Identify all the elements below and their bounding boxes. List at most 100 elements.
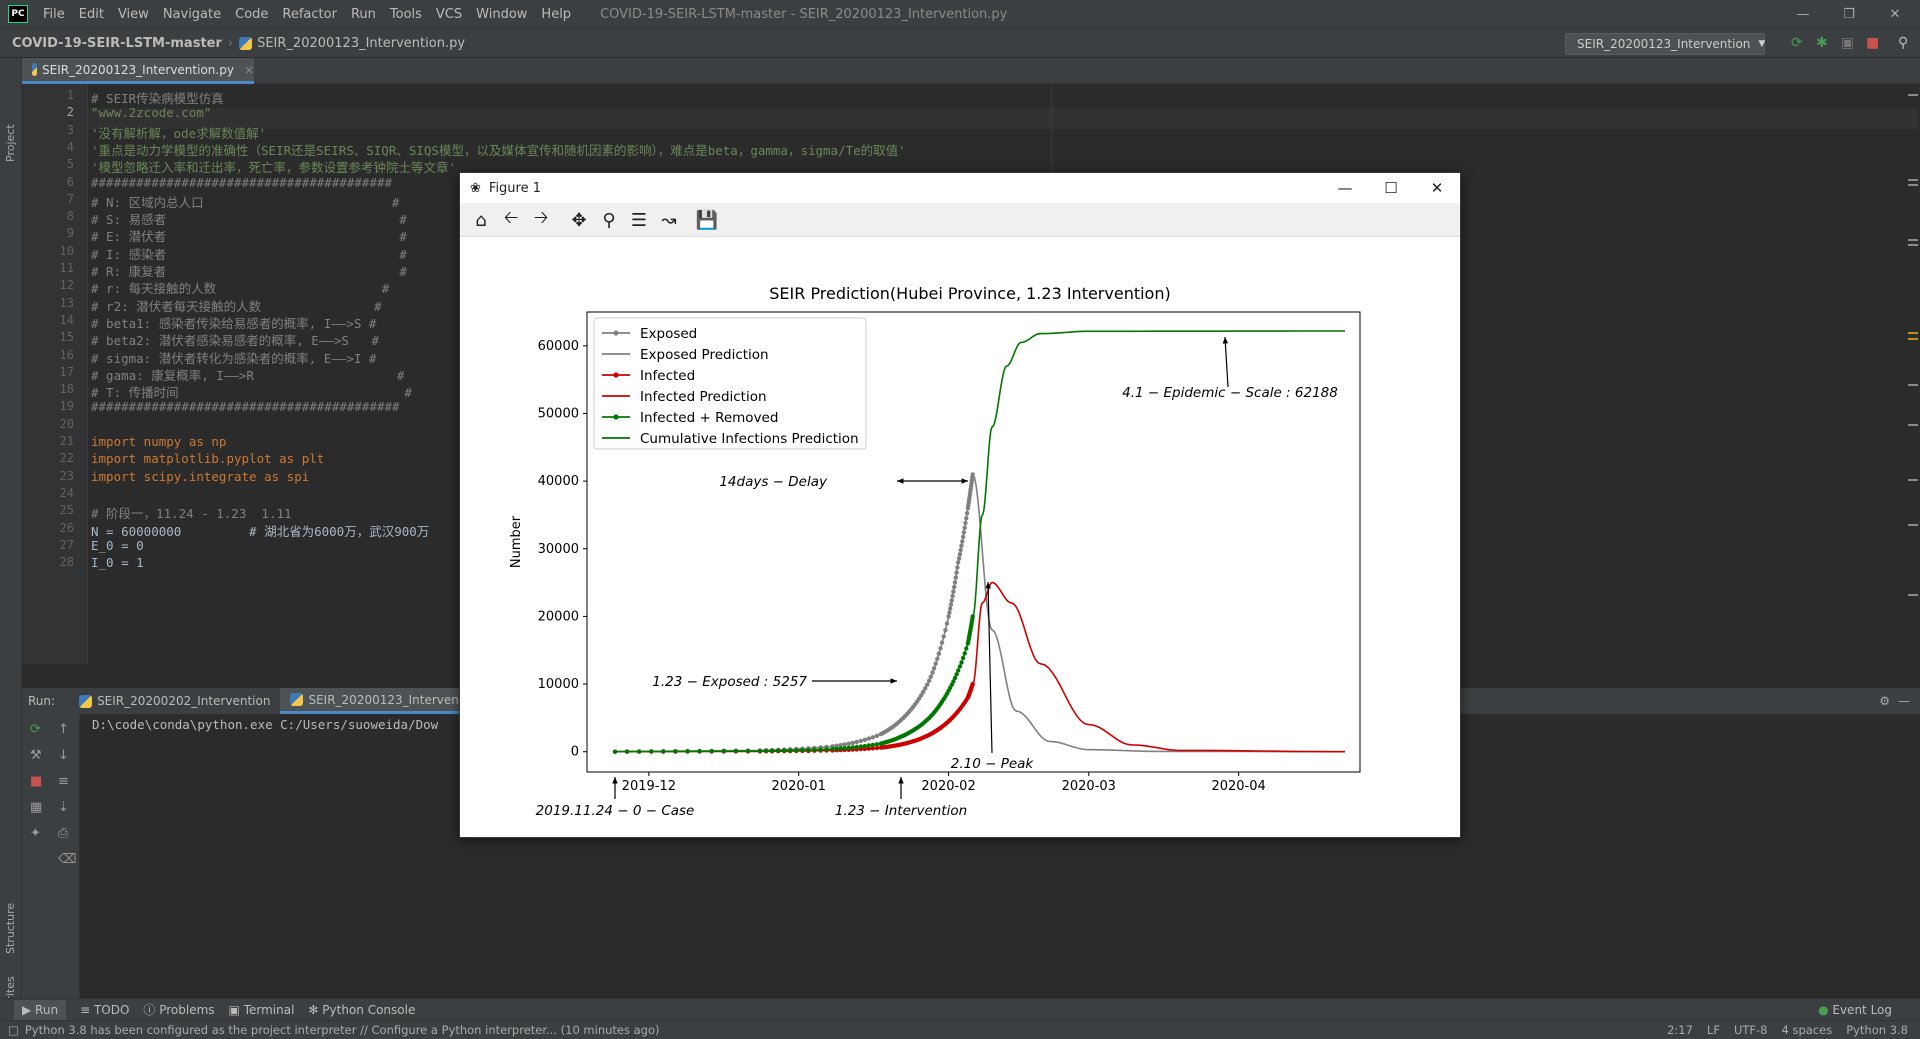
stripe-mark[interactable] (1908, 184, 1918, 186)
stop-icon[interactable]: ■ (30, 774, 42, 789)
menu-run[interactable]: Run (344, 7, 383, 22)
stop-icon[interactable]: ■ (1866, 35, 1879, 51)
close-tab-icon[interactable]: × (244, 63, 254, 77)
error-stripe[interactable] (1908, 84, 1920, 664)
configure-subplots-icon[interactable]: ☰ (626, 209, 652, 231)
project-tool-tab[interactable]: Project (4, 124, 17, 162)
close-icon[interactable]: ✕ (1414, 173, 1460, 203)
menu-refactor[interactable]: Refactor (275, 7, 344, 22)
code-line[interactable]: import matplotlib.pyplot as plt (91, 451, 324, 466)
code-line[interactable]: '模型忽略迁入率和迁出率，死亡率，参数设置参考钟院士等文章' (91, 157, 456, 176)
code-line[interactable]: N = 60000000 # 湖北省为6000万，武汉900万 (91, 521, 429, 540)
minimize-icon[interactable]: — (1780, 0, 1826, 28)
pin-icon[interactable]: ✦ (30, 826, 41, 841)
search-icon[interactable]: ⚲ (1898, 35, 1908, 51)
stripe-mark[interactable] (1908, 424, 1918, 426)
trash-icon[interactable]: ⌫ (58, 852, 76, 867)
soft-wrap-icon[interactable]: ≡ (58, 774, 69, 789)
pan-icon[interactable]: ✥ (566, 209, 592, 231)
code-line[interactable]: import numpy as np (91, 434, 226, 449)
structure-tool-tab[interactable]: Structure (4, 903, 17, 954)
code-line[interactable]: # r: 每天接触的人数 # (91, 278, 389, 297)
save-icon[interactable]: 💾 (694, 209, 720, 231)
menu-tools[interactable]: Tools (383, 7, 429, 22)
code-line[interactable]: # 阶段一，11.24 - 1.23 1.11 (91, 503, 292, 522)
code-line[interactable]: # T: 传播时间 # (91, 382, 412, 401)
run-tool-tab[interactable]: ▶ Run (14, 999, 67, 1020)
stripe-mark[interactable] (1908, 94, 1918, 96)
code-line[interactable]: # beta2: 潜伏者感染易感者的概率, E——>S # (91, 330, 379, 349)
python-console-tool-tab[interactable]: ✻ Python Console (308, 1003, 415, 1017)
code-line[interactable]: ######################################## (91, 175, 392, 190)
stripe-mark[interactable] (1908, 479, 1918, 481)
arrow-down-icon[interactable]: ↓ (58, 748, 69, 763)
terminal-tool-tab[interactable]: ▣ Terminal (229, 1003, 295, 1017)
code-line[interactable]: import scipy.integrate as spi (91, 469, 309, 484)
breadcrumb-project[interactable]: COVID-19-SEIR-LSTM-master (12, 36, 222, 51)
menu-help[interactable]: Help (534, 7, 578, 22)
maximize-icon[interactable]: ☐ (1368, 173, 1414, 203)
debug-icon[interactable]: ✱ (1816, 35, 1828, 51)
menu-vcs[interactable]: VCS (429, 7, 469, 22)
home-icon[interactable]: ⌂ (468, 209, 494, 231)
figure-window[interactable]: ❀ Figure 1 — ☐ ✕ ⌂ 🡠 🡢 ✥ ⚲ ☰ ↝ 💾 SEIR Pr… (459, 172, 1461, 838)
print-icon[interactable]: ⎙ (58, 826, 68, 841)
file-encoding[interactable]: UTF-8 (1734, 1023, 1768, 1037)
stripe-mark[interactable] (1908, 179, 1918, 181)
restore-icon[interactable]: ❐ (1826, 0, 1872, 28)
stripe-mark[interactable] (1908, 524, 1918, 526)
menu-edit[interactable]: Edit (72, 7, 111, 22)
menu-navigate[interactable]: Navigate (156, 7, 228, 22)
editor-tab[interactable]: SEIR_20200123_Intervention.py × (22, 58, 254, 84)
stripe-mark[interactable] (1908, 384, 1918, 386)
code-line[interactable]: '没有解析解，ode求解数值解' (91, 123, 266, 142)
menu-view[interactable]: View (111, 7, 156, 22)
code-line[interactable]: # SEIR传染病模型仿真 (91, 88, 224, 107)
gear-icon[interactable]: ⚙ (1879, 694, 1890, 708)
menu-file[interactable]: File (36, 7, 72, 22)
stripe-mark[interactable] (1908, 332, 1918, 334)
coverage-icon[interactable]: ▣ (1841, 35, 1854, 51)
code-line[interactable]: # sigma: 潜伏者转化为感染者的概率, E——>I # (91, 348, 376, 367)
hide-icon[interactable]: — (1898, 694, 1910, 708)
stripe-mark[interactable] (1908, 239, 1918, 241)
breadcrumb-file[interactable]: SEIR_20200123_Intervention.py (257, 36, 465, 51)
code-line[interactable]: E_0 = 0 (91, 538, 144, 553)
code-line[interactable]: # I: 感染者 # (91, 244, 407, 263)
stripe-mark[interactable] (1908, 594, 1918, 596)
code-line[interactable]: # beta1: 感染者传染给易感者的概率, I——>S # (91, 313, 376, 332)
layout-icon[interactable]: ▦ (30, 800, 42, 815)
run-tab[interactable]: SEIR_20200202_Intervention (69, 688, 280, 714)
stripe-mark[interactable] (1908, 338, 1918, 340)
arrow-up-icon[interactable]: ↑ (58, 722, 69, 737)
code-line[interactable]: "www.2zcode.com" (91, 105, 211, 120)
minimize-icon[interactable]: — (1322, 173, 1368, 203)
figure-title-bar[interactable]: ❀ Figure 1 — ☐ ✕ (460, 173, 1460, 203)
code-line[interactable]: # N: 区域内总人口 # (91, 192, 399, 211)
status-icon[interactable]: □ (8, 1023, 19, 1037)
code-line[interactable]: '重点是动力学模型的准确性（SEIR还是SEIRS、SIQR、SIQS模型，以及… (91, 140, 906, 159)
line-separator[interactable]: LF (1707, 1023, 1720, 1037)
edit-axis-icon[interactable]: ↝ (656, 209, 682, 231)
scroll-to-end-icon[interactable]: ⇣ (58, 800, 69, 815)
close-icon[interactable]: ✕ (1872, 0, 1918, 28)
code-line[interactable]: I_0 = 1 (91, 555, 144, 570)
rerun-icon[interactable]: ⟳ (30, 722, 41, 737)
code-line[interactable]: # R: 康复者 # (91, 261, 407, 280)
problems-tool-tab[interactable]: ⓘ Problems (143, 1001, 214, 1018)
stripe-mark[interactable] (1908, 244, 1918, 246)
forward-arrow-icon[interactable]: 🡢 (528, 207, 554, 231)
menu-window[interactable]: Window (469, 7, 534, 22)
wrench-icon[interactable]: ⚒ (30, 748, 42, 763)
python-interpreter[interactable]: Python 3.8 (1846, 1023, 1908, 1037)
code-line[interactable]: # gama: 康复概率, I——>R # (91, 365, 404, 384)
todo-tool-tab[interactable]: ≡ TODO (80, 1003, 129, 1017)
menu-code[interactable]: Code (228, 7, 275, 22)
event-log-tool-tab[interactable]: ● Event Log (1818, 1003, 1892, 1017)
code-line[interactable]: # S: 易感者 # (91, 209, 407, 228)
indent-setting[interactable]: 4 spaces (1781, 1023, 1832, 1037)
zoom-icon[interactable]: ⚲ (596, 209, 622, 231)
status-message[interactable]: Python 3.8 has been configured as the pr… (25, 1023, 660, 1037)
back-arrow-icon[interactable]: 🡠 (498, 207, 524, 231)
caret-position[interactable]: 2:17 (1667, 1023, 1693, 1037)
